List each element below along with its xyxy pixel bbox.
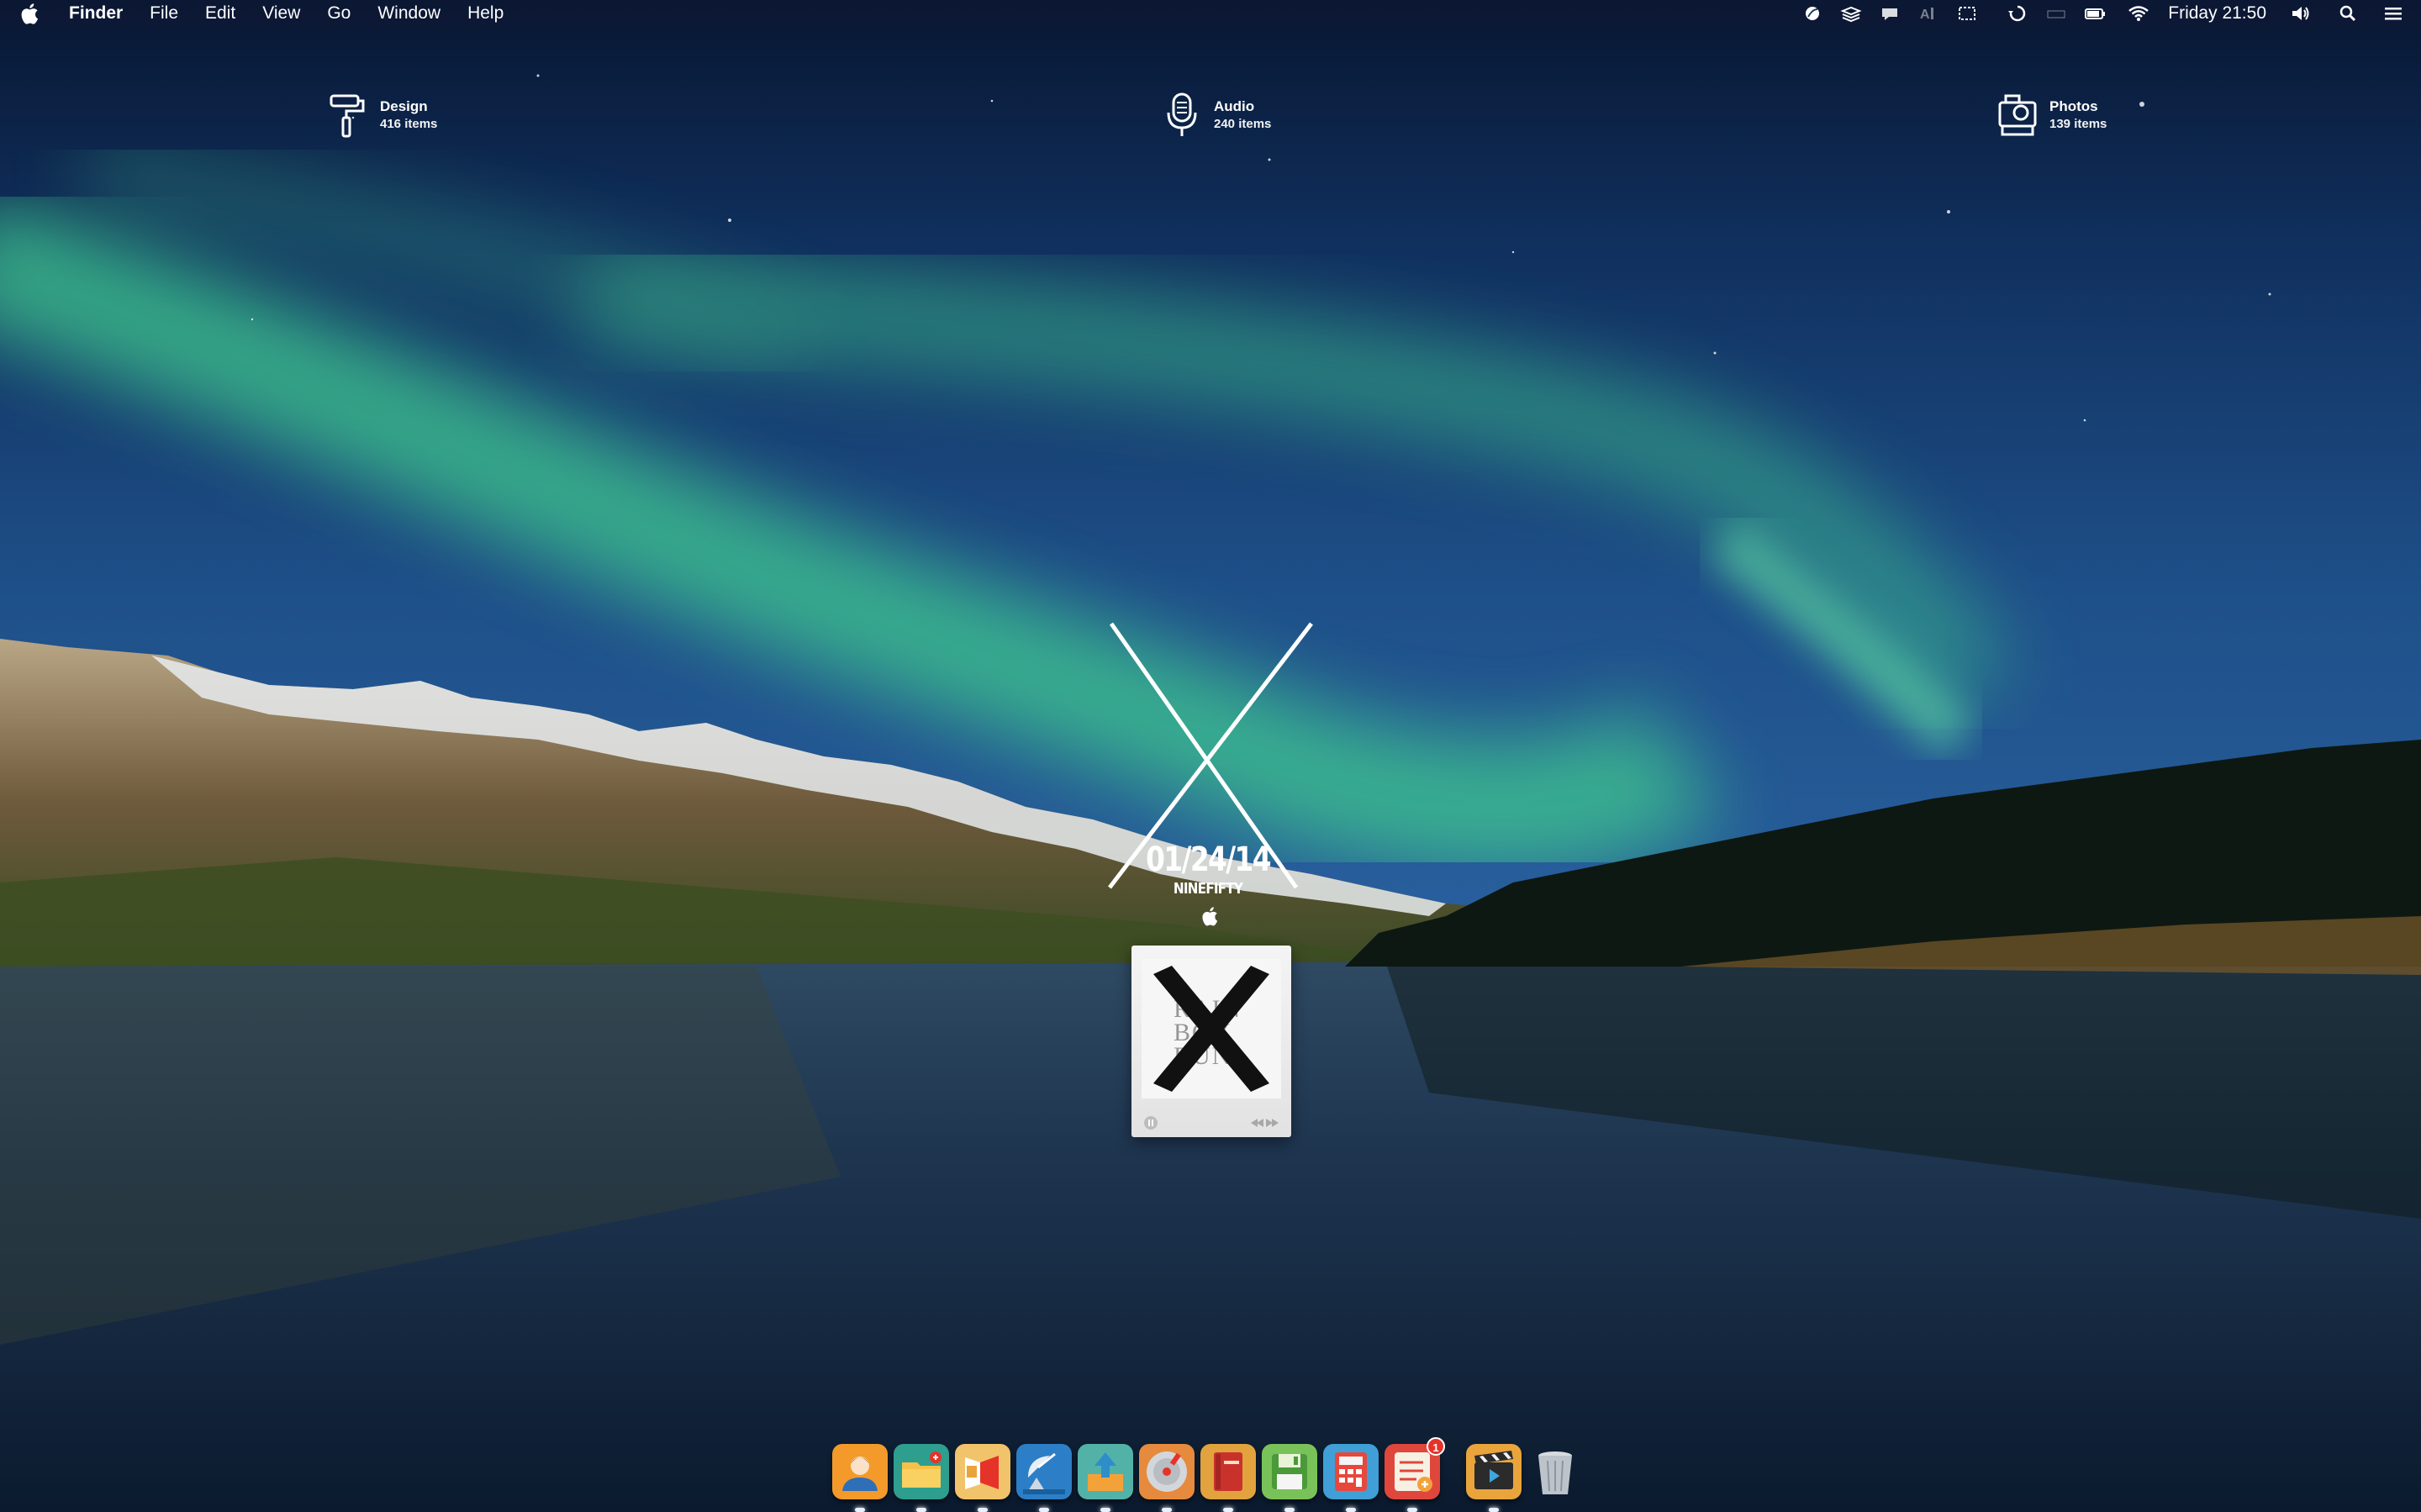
menu-bar: Finder File Edit View Go Window Help A F… [0, 0, 2421, 27]
widget-date: 01/24/14 [1146, 840, 1271, 879]
menu-view[interactable]: View [262, 0, 300, 27]
dock-announcement-icon[interactable] [955, 1444, 1010, 1512]
svg-text:A: A [1920, 8, 1930, 22]
polaroid-camera-icon [1998, 94, 2037, 136]
cpu-meter-icon[interactable] [2045, 4, 2067, 23]
stack-photos-name: Photos [2049, 98, 2098, 114]
dock-trash-icon[interactable] [1527, 1444, 1583, 1499]
dock-upload-icon[interactable] [1078, 1444, 1133, 1512]
dock-calculator-icon[interactable] [1323, 1444, 1379, 1512]
stack-audio[interactable]: Audio 240 items [1162, 91, 1271, 140]
widget-apple-icon [1202, 907, 1218, 926]
music-player-widget[interactable]: RAIN BOY RUN [1131, 946, 1291, 1137]
menu-go[interactable]: Go [327, 0, 351, 27]
menu-app-name[interactable]: Finder [69, 0, 123, 27]
menu-window[interactable]: Window [377, 0, 440, 27]
stack-photos-count: 139 items [2049, 117, 2107, 131]
dock-movie-icon[interactable] [1466, 1444, 1522, 1512]
album-x-graphic [1153, 966, 1269, 1092]
apple-menu-icon[interactable] [20, 3, 39, 24]
stack-design[interactable]: Design 416 items [328, 91, 437, 140]
paint-roller-icon [330, 94, 365, 138]
widget-time: NINEFIFTY [1173, 880, 1243, 898]
menu-help[interactable]: Help [467, 0, 504, 27]
dock-todo-list-icon[interactable]: 1 [1385, 1437, 1445, 1512]
wifi-icon[interactable] [2128, 4, 2149, 23]
layers-icon[interactable] [1840, 4, 1862, 23]
stack-photos[interactable]: Photos 139 items [1997, 91, 2107, 140]
time-machine-icon[interactable] [2007, 4, 2028, 23]
selection-icon[interactable] [1956, 4, 1978, 23]
dock-satellite-icon[interactable] [1016, 1444, 1072, 1512]
dock-save-icon[interactable] [1262, 1444, 1317, 1512]
notification-center-icon[interactable] [2382, 4, 2404, 23]
menu-file[interactable]: File [150, 0, 178, 27]
leaf-icon[interactable] [1801, 4, 1823, 23]
skip-controls[interactable] [1249, 1117, 1279, 1129]
microphone-icon [1167, 92, 1197, 136]
dock: 1 [832, 1434, 1589, 1512]
stack-audio-name: Audio [1214, 98, 1255, 114]
dock-disk-utility-icon[interactable] [1139, 1444, 1195, 1512]
stack-design-count: 416 items [380, 117, 438, 131]
stack-audio-count: 240 items [1214, 117, 1272, 131]
pause-button[interactable] [1143, 1115, 1158, 1130]
dock-new-folder-icon[interactable] [894, 1444, 949, 1512]
chat-icon[interactable] [1879, 4, 1901, 23]
menubar-clock[interactable]: Friday 21:50 [2168, 0, 2266, 27]
dock-book-icon[interactable] [1200, 1444, 1256, 1512]
menu-edit[interactable]: Edit [205, 0, 235, 27]
spotlight-icon[interactable] [2337, 4, 2359, 23]
battery-icon[interactable] [2084, 4, 2106, 23]
text-icon[interactable]: A [1917, 4, 1939, 23]
dock-contacts-icon[interactable] [832, 1444, 888, 1512]
todo-badge-count: 1 [1427, 1437, 1445, 1456]
album-art: RAIN BOY RUN [1142, 959, 1281, 1098]
stack-design-name: Design [380, 98, 428, 114]
volume-icon[interactable] [2290, 4, 2312, 23]
